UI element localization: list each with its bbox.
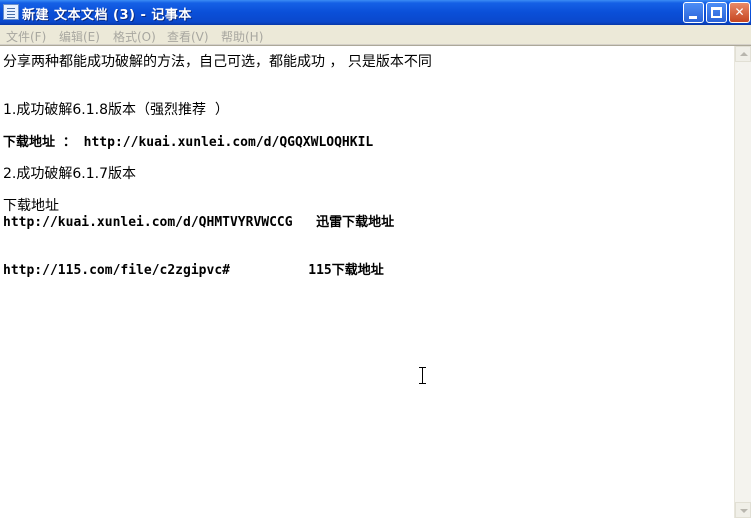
minimize-icon	[689, 16, 697, 19]
vertical-scrollbar[interactable]	[734, 46, 751, 518]
menu-help[interactable]: 帮助(H)	[221, 28, 263, 45]
menu-bar: 文件(F) 编辑(E) 格式(O) 查看(V) 帮助(H)	[0, 25, 751, 45]
menu-view[interactable]: 查看(V)	[167, 28, 209, 45]
scroll-up-icon[interactable]	[735, 46, 751, 62]
document-line: http://kuai.xunlei.com/d/QHMTVYRVWCCG 迅雷…	[3, 215, 395, 230]
maximize-icon	[711, 7, 722, 18]
scroll-down-icon[interactable]	[735, 502, 751, 518]
window-title: 新建 文本文档 (3) - 记事本	[22, 8, 192, 23]
close-button[interactable]: ✕	[729, 2, 750, 23]
document-line: 分享两种都能成功破解的方法，自己可选，都能成功 ， 只是版本不同	[3, 54, 432, 70]
text-editor[interactable]: 分享两种都能成功破解的方法，自己可选，都能成功 ， 只是版本不同 1.成功破解6…	[0, 45, 751, 518]
menu-file[interactable]: 文件(F)	[6, 28, 46, 45]
menu-format[interactable]: 格式(O)	[113, 28, 156, 45]
document-line: http://115.com/file/c2zgipvc# 115下载地址	[3, 263, 384, 278]
document-line: 2.成功破解6.1.7版本	[3, 166, 136, 182]
document-text[interactable]: 分享两种都能成功破解的方法，自己可选，都能成功 ， 只是版本不同 1.成功破解6…	[3, 48, 731, 516]
menu-edit[interactable]: 编辑(E)	[59, 28, 100, 45]
minimize-button[interactable]	[683, 2, 704, 23]
document-line: 下载地址 ： http://kuai.xunlei.com/d/QGQXWLOQ…	[3, 135, 374, 150]
close-icon: ✕	[734, 5, 745, 19]
notepad-window: 新建 文本文档 (3) - 记事本 ✕ 文件(F) 编辑(E) 格式(O) 查看…	[0, 0, 751, 518]
document-line: 1.成功破解6.1.8版本（强烈推荐 ）	[3, 102, 229, 118]
text-cursor-icon	[419, 367, 426, 384]
maximize-button[interactable]	[706, 2, 727, 23]
title-bar[interactable]: 新建 文本文档 (3) - 记事本 ✕	[0, 0, 751, 25]
notepad-icon[interactable]	[3, 4, 19, 20]
